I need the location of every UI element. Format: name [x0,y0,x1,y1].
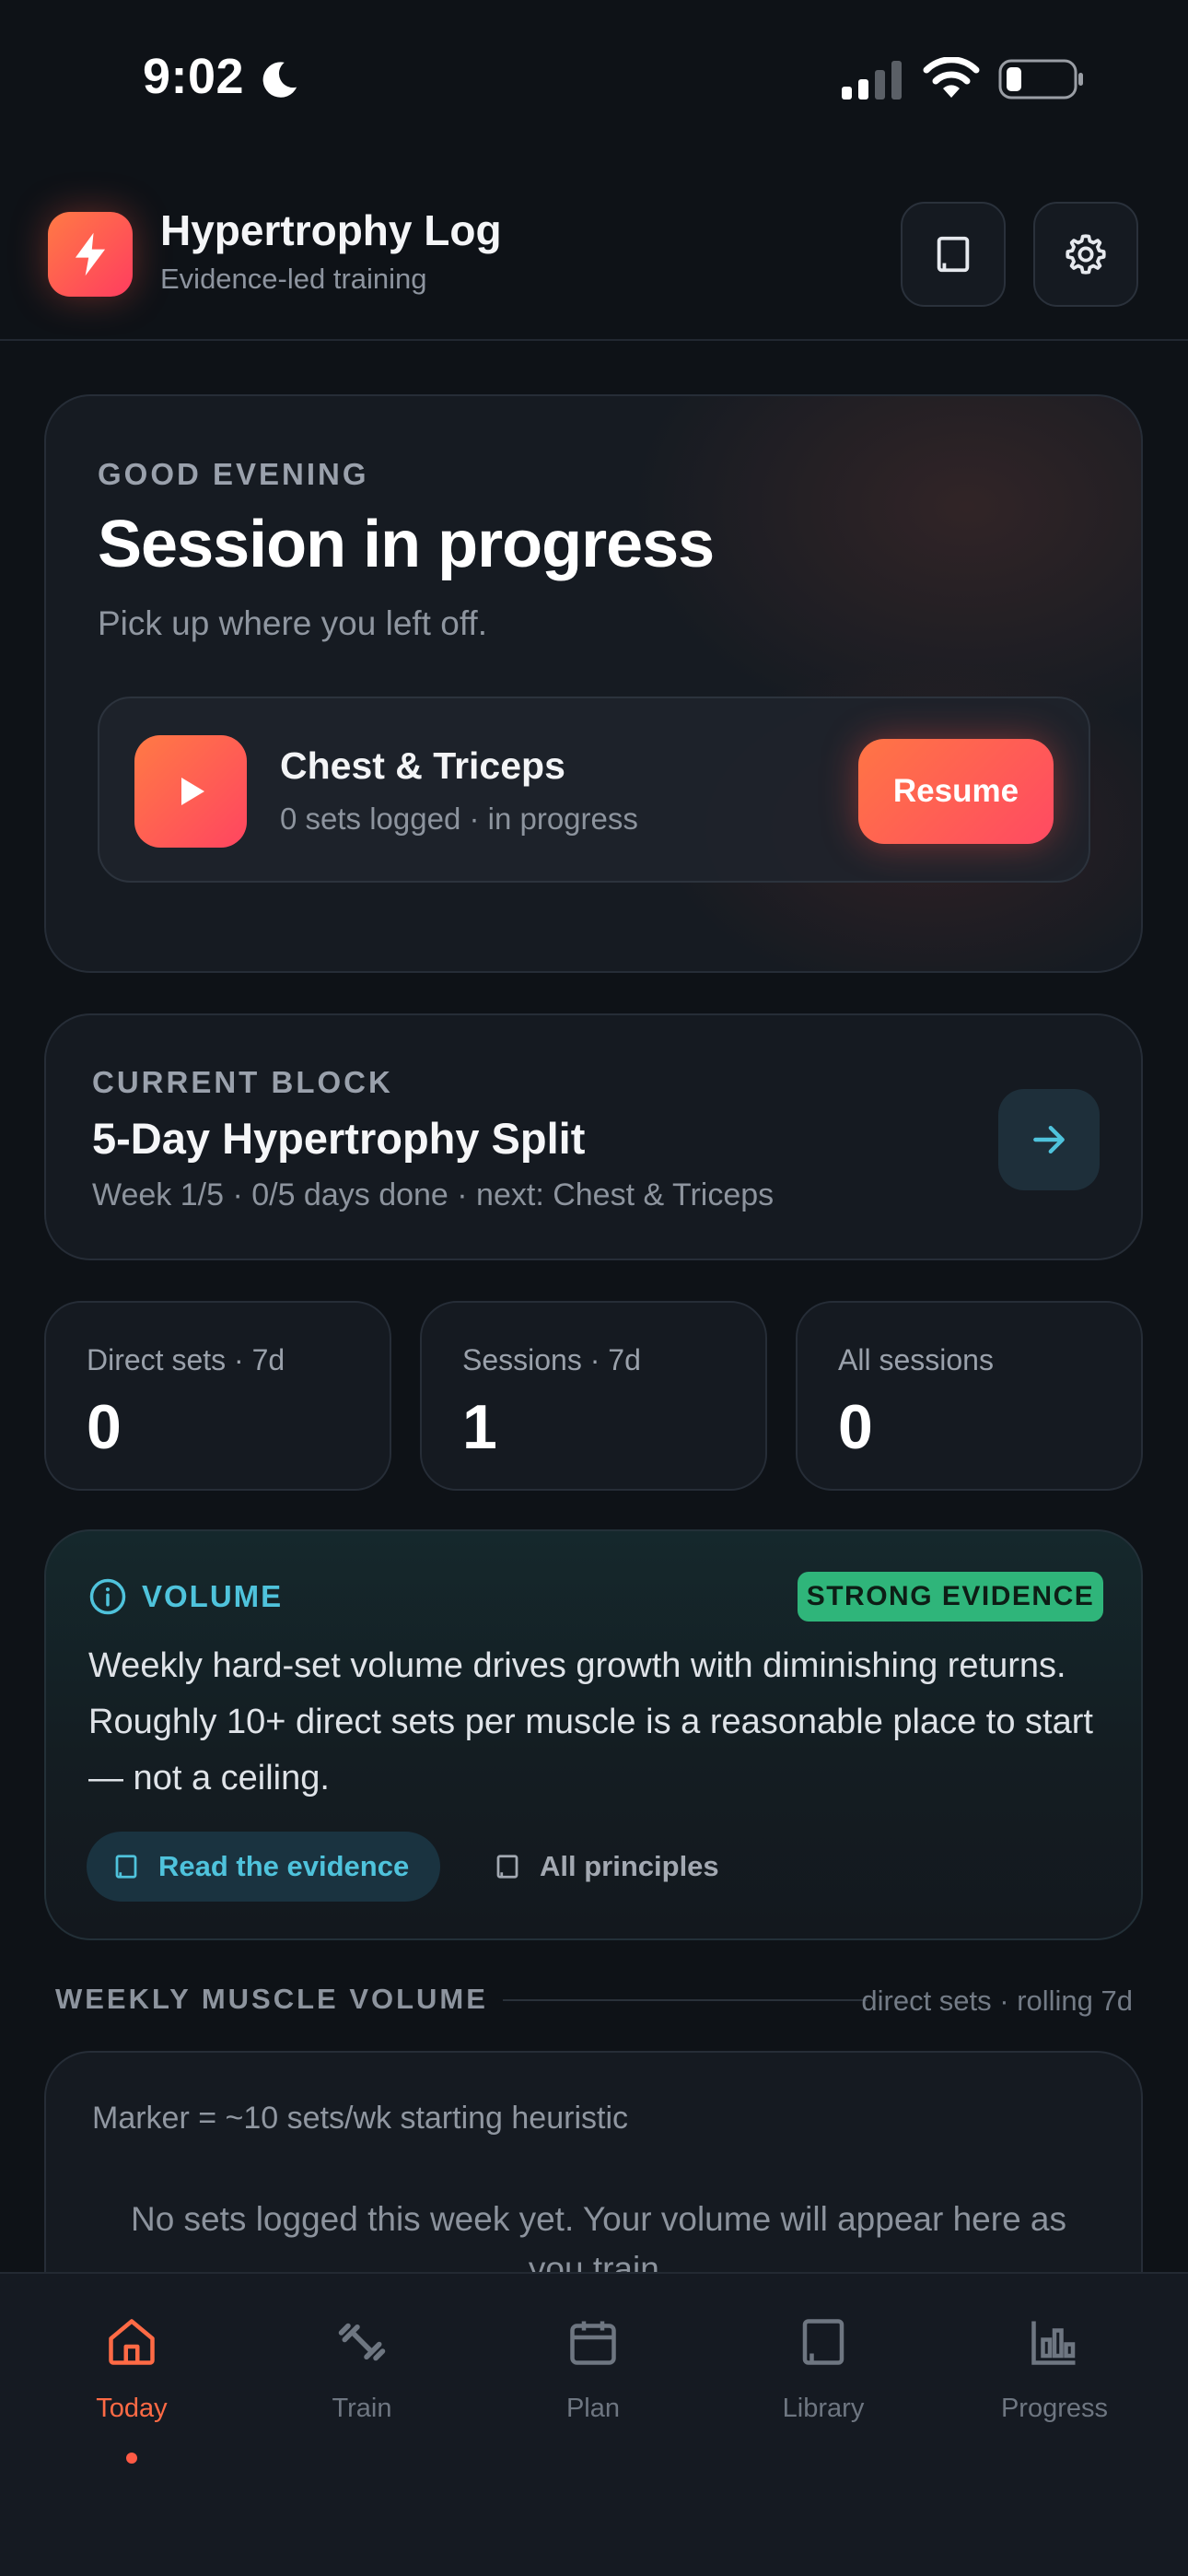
principle-text: Weekly hard-set volume drives growth wit… [88,1646,1093,1797]
nav-label: Plan [565,2394,621,2423]
signal-icon [842,61,902,100]
section-title: WEEKLY MUSCLE VOLUME [55,1983,488,2015]
nav-label: Train [332,2394,392,2423]
nav-library[interactable]: Library [731,2314,915,2443]
all-principles-label: All principles [540,1850,719,1882]
play-button[interactable] [134,735,247,848]
stat-value: 1 [462,1392,497,1462]
resume-button[interactable]: Resume [858,739,1054,844]
stat-sessions-7d: Sessions · 7d 1 [420,1301,767,1491]
principle-label: VOLUME [142,1579,284,1613]
book-icon [115,1855,137,1879]
app-logo [48,212,133,297]
moon-icon [262,62,297,98]
settings-button[interactable] [1033,202,1138,307]
stat-all-sessions: All sessions 0 [796,1301,1143,1491]
stat-label: Sessions · 7d [462,1343,641,1376]
bar-chart-icon [1031,2321,1076,2365]
read-evidence-label: Read the evidence [158,1850,410,1882]
app-title: Hypertrophy Log [160,206,502,254]
nav-label: Today [96,2394,168,2423]
book-icon [496,1855,518,1879]
current-block-card[interactable]: CURRENT BLOCK 5-Day Hypertrophy Split We… [44,1013,1143,1260]
session-meta: 0 sets logged · in progress [280,802,638,836]
calendar-icon [570,2321,616,2365]
session-name: Chest & Triceps [280,744,565,787]
nav-train[interactable]: Train [270,2314,454,2443]
block-meta: Week 1/5 · 0/5 days done · next: Chest &… [92,1177,775,1212]
status-time: 9:02 [143,49,245,104]
notes-button[interactable] [901,202,1006,307]
stat-value: 0 [838,1392,873,1462]
active-session[interactable]: Chest & Triceps 0 sets logged · in progr… [98,697,1090,883]
app-header: Hypertrophy Log Evidence-led training [0,189,1188,341]
nav-plan[interactable]: Plan [501,2314,685,2443]
block-eyebrow: CURRENT BLOCK [92,1065,393,1099]
wifi-icon [923,57,980,98]
arrow-right-icon [1033,1125,1065,1154]
active-indicator [126,2453,137,2464]
session-hero-card: GOOD EVENING Session in progress Pick up… [44,394,1143,973]
info-icon [89,1578,126,1615]
stat-value: 0 [87,1392,122,1462]
lightning-icon [75,232,106,276]
book-icon [937,236,970,273]
gear-icon [1066,234,1106,275]
nav-progress[interactable]: Progress [962,2314,1147,2443]
app-subtitle: Evidence-led training [160,263,427,295]
battery-icon [998,59,1083,100]
bottom-nav: Today Train Plan Library Progress [0,2272,1188,2576]
nav-label: Progress [1000,2394,1109,2423]
nav-label: Library [782,2394,865,2423]
volume-principle-card: VOLUME STRONG EVIDENCE Weekly hard-set v… [44,1529,1143,1940]
evidence-badge: STRONG EVIDENCE [798,1572,1103,1622]
nav-today[interactable]: Today [40,2314,224,2464]
block-title: 5-Day Hypertrophy Split [92,1114,586,1163]
stat-label: Direct sets · 7d [87,1343,285,1376]
dumbbell-icon [338,2323,386,2361]
stat-direct-sets: Direct sets · 7d 0 [44,1301,391,1491]
hero-subtitle: Pick up where you left off. [98,604,487,642]
status-bar: 9:02 [0,0,1188,138]
today-screen: 9:02 Hypertrophy Log Evidence-led traini… [0,0,1188,2576]
stat-label: All sessions [838,1343,994,1376]
home-icon [109,2319,155,2365]
greeting: GOOD EVENING [98,457,369,491]
open-block-button[interactable] [998,1089,1100,1190]
all-principles-button[interactable]: All principles [494,1832,719,1902]
marker-note: Marker = ~10 sets/wk starting heuristic [92,2101,629,2136]
read-evidence-button[interactable]: Read the evidence [87,1832,440,1902]
book-icon [802,2319,844,2365]
section-divider [503,1999,868,2001]
hero-title: Session in progress [98,508,715,581]
play-icon [181,778,204,805]
section-note: direct sets · rolling 7d [861,1985,1133,2017]
weekly-volume-header: WEEKLY MUSCLE VOLUME direct sets · rolli… [55,1981,1133,2018]
